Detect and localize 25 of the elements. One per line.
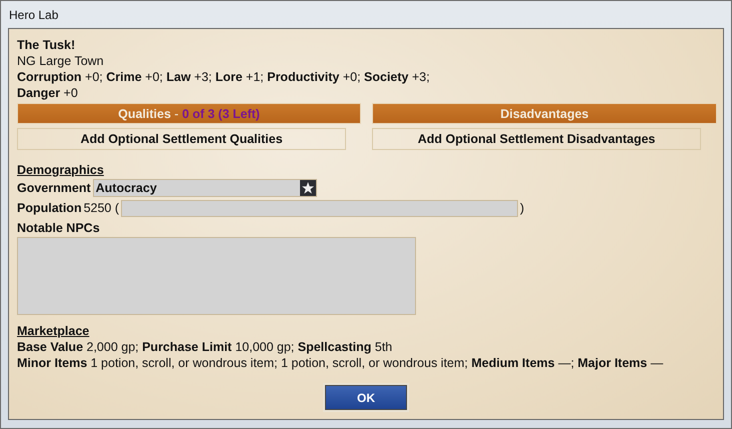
field-label: Government: [17, 181, 91, 195]
market-values: Base Value 2,000 gp; Purchase Limit 10,000 gp; Spellcasting 5th: [17, 339, 394, 355]
population-field[interactable]: [121, 200, 518, 216]
section-header: Qualities - 0 of 3 (3 Left): [17, 103, 361, 124]
star-icon[interactable]: [300, 180, 316, 196]
window-title: Hero Lab: [8, 8, 58, 22]
settlement-name: The Tusk!: [17, 37, 76, 53]
settlement-type: NG Large Town: [17, 53, 105, 69]
separator-dash: -: [174, 106, 179, 120]
market-items: Minor Items 1 potion, scroll, or wondrous item; 1 potion, scroll, or wondrous item; Medium Items —; Major Items —: [17, 355, 664, 371]
closing-paren: ): [520, 201, 524, 215]
section-heading: Marketplace: [17, 323, 90, 339]
npcs-field[interactable]: [17, 237, 416, 315]
field-label: Population: [17, 201, 82, 215]
count-text: 0 of 3 (3 Left): [182, 106, 260, 120]
government-field[interactable]: Autocracy: [92, 179, 317, 197]
add-button[interactable]: Add Optional Settlement Disadvantages: [372, 128, 701, 150]
add-button[interactable]: Add Optional Settlement Qualities: [17, 128, 346, 150]
section-header: Disadvantages: [372, 103, 717, 124]
ok-button[interactable]: OK: [325, 385, 407, 410]
population-value: 5250 (: [84, 201, 120, 215]
danger-line: Danger +0: [17, 85, 79, 101]
settlement-modifiers: Corruption +0; Crime +0; Law +3; Lore +1; Productivity +0; Society +3;: [17, 69, 431, 85]
section-heading: Demographics: [17, 162, 105, 178]
field-label: Notable NPCs: [17, 220, 101, 236]
